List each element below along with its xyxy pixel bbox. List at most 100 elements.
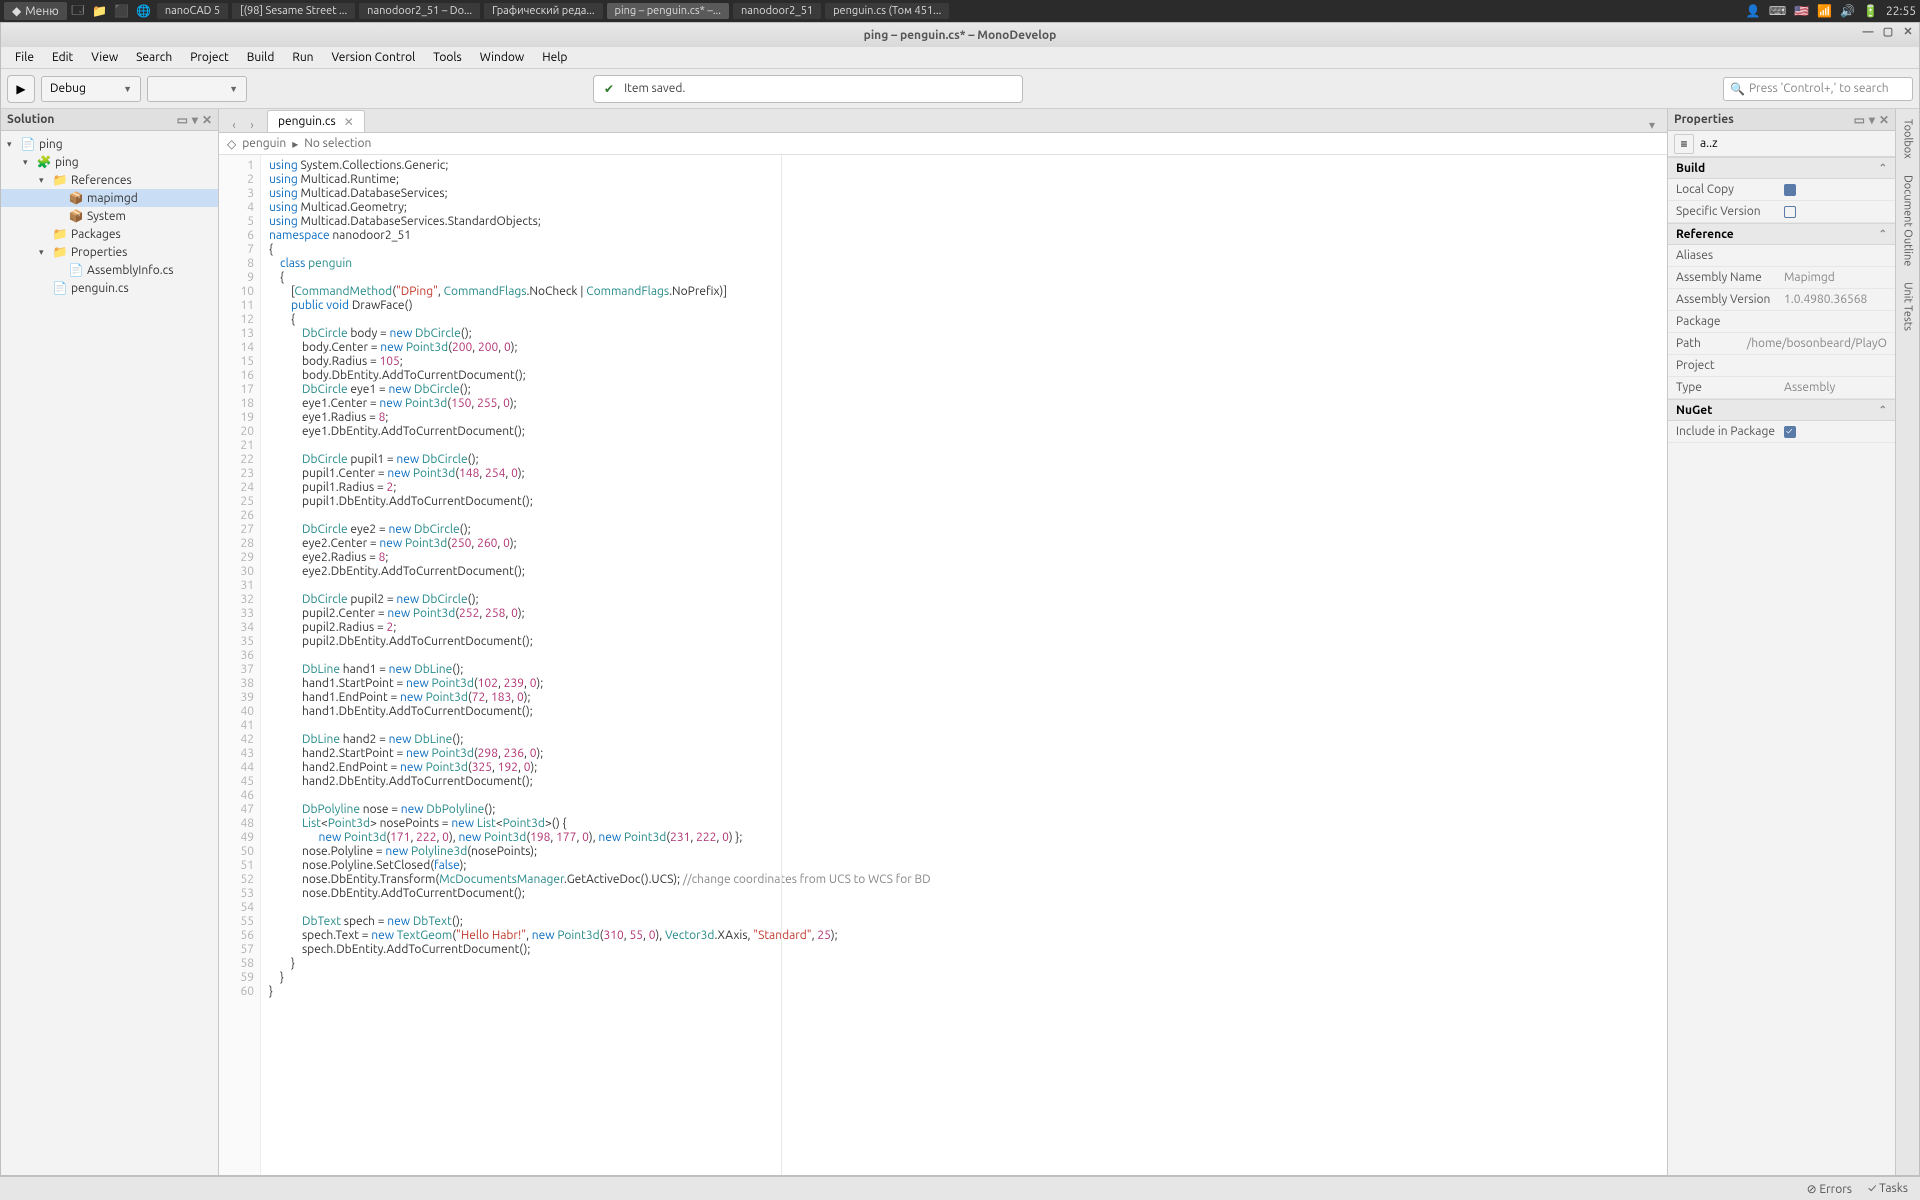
editor-tab-row: ‹ › penguin.cs✕ ▾ [219, 109, 1667, 133]
tree-item[interactable]: ▾🧩ping [1, 153, 218, 171]
panel-opts-icon[interactable]: ▾ [1869, 113, 1875, 127]
code-editor[interactable]: 1234567891011121314151617181920212223242… [219, 155, 1667, 1175]
clock-text[interactable]: 22:55 [1886, 5, 1916, 18]
checkbox-icon[interactable]: ✓ [1784, 426, 1796, 438]
panel-title: Solution [7, 113, 54, 126]
network-icon[interactable]: 📶 [1817, 4, 1832, 18]
prop-aliases[interactable]: Aliases [1668, 245, 1895, 267]
taskbar-task[interactable]: nanoCAD 5 [157, 3, 228, 19]
start-menu-button[interactable]: ◆ Меню [4, 2, 67, 20]
battery-icon[interactable]: 🔋 [1863, 4, 1878, 18]
tab-menu-button[interactable]: ▾ [1643, 118, 1661, 132]
section-build[interactable]: Build⌃ [1668, 157, 1895, 179]
tab-close-icon[interactable]: ✕ [344, 115, 354, 129]
code-content[interactable]: using System.Collections.Generic;using M… [261, 155, 1667, 1175]
menu-item[interactable]: Window [472, 49, 532, 66]
checkbox-icon[interactable] [1784, 206, 1796, 218]
properties-panel: Properties ▭▾✕ ≡ a..z Build⌃ Local Copy … [1667, 109, 1895, 1175]
properties-header: Properties ▭▾✕ [1668, 109, 1895, 131]
errors-button[interactable]: ⊘ Errors [1807, 1182, 1852, 1196]
minimize-button[interactable]: — [1861, 26, 1875, 40]
maximize-button[interactable]: ▢ [1881, 26, 1895, 40]
close-button[interactable]: ✕ [1901, 26, 1915, 40]
status-pill: ✔Item saved. [593, 75, 1023, 103]
menu-item[interactable]: File [7, 49, 42, 66]
menu-item[interactable]: Project [182, 49, 237, 66]
panel-close-icon[interactable]: ✕ [202, 113, 212, 127]
nav-forward-button[interactable]: › [243, 119, 261, 132]
prop-specific-version[interactable]: Specific Version [1668, 201, 1895, 223]
line-gutter: 1234567891011121314151617181920212223242… [219, 155, 261, 1175]
breadcrumb[interactable]: ◇ penguin ▸ No selection [219, 133, 1667, 155]
flag-icon[interactable]: 🇺🇸 [1794, 4, 1809, 18]
panel-dock-icon[interactable]: ▭ [1854, 113, 1865, 127]
config-combo[interactable]: Debug▼ [41, 76, 141, 102]
dock-tab[interactable]: Document Outline [1900, 169, 1916, 272]
prop-type: TypeAssembly [1668, 377, 1895, 399]
prop-project: Project [1668, 355, 1895, 377]
tree-item[interactable]: 📁Packages [1, 225, 218, 243]
taskbar-task[interactable]: [(98] Sesame Street ... [232, 3, 355, 19]
sort-icon[interactable]: ≡ [1674, 134, 1694, 154]
filter-text: a..z [1700, 137, 1718, 150]
dock-tab[interactable]: Toolbox [1900, 113, 1916, 165]
launcher-icon[interactable]: 🌐 [135, 2, 153, 20]
menu-item[interactable]: Search [128, 49, 180, 66]
section-reference[interactable]: Reference⌃ [1668, 223, 1895, 245]
prop-assembly-name: Assembly NameMapimgd [1668, 267, 1895, 289]
taskbar-task[interactable]: nanodoor2_51 [733, 3, 821, 19]
menu-item[interactable]: Run [284, 49, 321, 66]
taskbar-task[interactable]: penguin.cs (Том 451... [825, 3, 949, 19]
menu-bar: FileEditViewSearchProjectBuildRunVersion… [1, 47, 1919, 69]
tree-item[interactable]: 📦System [1, 207, 218, 225]
menu-item[interactable]: Edit [44, 49, 81, 66]
section-nuget[interactable]: NuGet⌃ [1668, 399, 1895, 421]
breadcrumb-selection[interactable]: No selection [304, 137, 371, 150]
menu-item[interactable]: Version Control [324, 49, 424, 66]
launcher-icon[interactable]: 📁 [91, 2, 109, 20]
margin-guide [781, 155, 782, 1175]
taskbar-task[interactable]: ping – penguin.cs* –... [607, 3, 729, 19]
target-combo[interactable]: ▼ [147, 76, 247, 102]
checkbox-icon[interactable] [1784, 184, 1796, 196]
editor-tab[interactable]: penguin.cs✕ [267, 110, 365, 132]
menu-item[interactable]: Help [534, 49, 575, 66]
global-search[interactable]: 🔍 Press 'Control+,' to search [1723, 77, 1913, 101]
tree-item[interactable]: ▾📄ping [1, 135, 218, 153]
property-filter[interactable]: ≡ a..z [1668, 131, 1895, 157]
panel-close-icon[interactable]: ✕ [1879, 113, 1889, 127]
tasks-button[interactable]: ✓ Tasks [1868, 1182, 1908, 1195]
menu-item[interactable]: View [83, 49, 126, 66]
volume-icon[interactable]: 🔊 [1840, 4, 1855, 18]
tree-item[interactable]: 📄penguin.cs [1, 279, 218, 297]
menu-item[interactable]: Build [239, 49, 283, 66]
launcher-icon[interactable]: ⬛ [113, 2, 131, 20]
check-icon: ✔ [604, 82, 614, 96]
menu-item[interactable]: Tools [425, 49, 470, 66]
toolbar: ▶ Debug▼ ▼ ✔Item saved. 🔍 Press 'Control… [1, 69, 1919, 109]
breadcrumb-file[interactable]: penguin [242, 137, 286, 150]
tree-item[interactable]: 📦mapimgd [1, 189, 218, 207]
tree-item[interactable]: ▾📁Properties [1, 243, 218, 261]
tree-item[interactable]: 📄AssemblyInfo.cs [1, 261, 218, 279]
right-dock-strip: Toolbox Document Outline Unit Tests [1895, 109, 1919, 1175]
run-button[interactable]: ▶ [7, 75, 35, 103]
file-icon: ◇ [227, 137, 236, 151]
prop-local-copy[interactable]: Local Copy [1668, 179, 1895, 201]
prop-assembly-version: Assembly Version1.0.4980.36568 [1668, 289, 1895, 311]
solution-tree[interactable]: ▾📄ping▾🧩ping▾📁References📦mapimgd📦System📁… [1, 131, 218, 1175]
taskbar-task[interactable]: Графический реда... [484, 3, 602, 19]
prop-include-package[interactable]: Include in Package✓ [1668, 421, 1895, 443]
launcher-icon[interactable]: 🗔 [69, 2, 87, 20]
system-taskbar: ◆ Меню 🗔 📁 ⬛ 🌐 nanoCAD 5[(98] Sesame Str… [0, 0, 1920, 22]
dock-tab[interactable]: Unit Tests [1900, 276, 1916, 337]
window-title: ping – penguin.cs* – MonoDevelop [864, 29, 1057, 42]
solution-header: Solution ▭ ▾ ✕ [1, 109, 218, 131]
panel-dock-icon[interactable]: ▭ [177, 113, 188, 127]
panel-opts-icon[interactable]: ▾ [192, 113, 198, 127]
nav-back-button[interactable]: ‹ [225, 119, 243, 132]
keyboard-icon[interactable]: ⌨ [1769, 4, 1786, 18]
user-icon[interactable]: 👤 [1746, 4, 1761, 18]
tree-item[interactable]: ▾📁References [1, 171, 218, 189]
taskbar-task[interactable]: nanodoor2_51 – Do... [359, 3, 480, 19]
